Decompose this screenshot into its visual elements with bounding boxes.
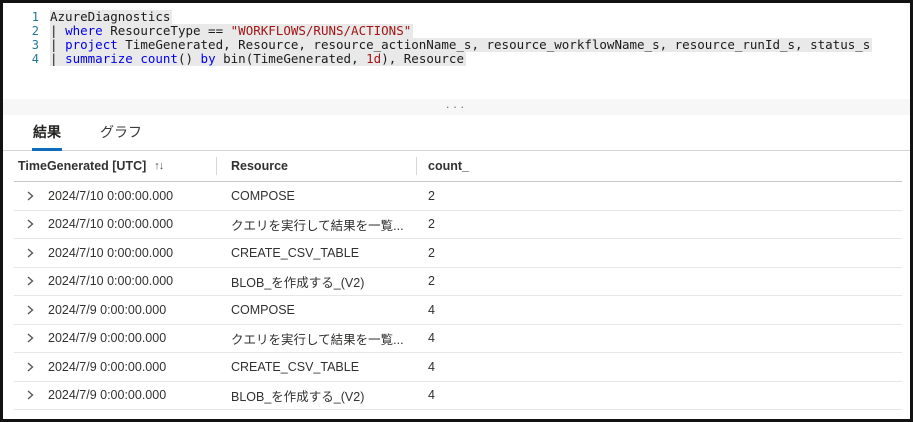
column-header-resource[interactable]: Resource xyxy=(231,151,288,181)
column-separator xyxy=(416,157,417,175)
code-token: summarize xyxy=(65,51,133,66)
column-header-timegenerated[interactable]: TimeGenerated [UTC] ↑↓ xyxy=(18,151,164,181)
table-row[interactable]: 2024/7/10 0:00:00.000 CREATE_CSV_TABLE 2 xyxy=(3,239,910,268)
code-line-text[interactable]: | where ResourceType == "WORKFLOWS/RUNS/… xyxy=(50,23,414,38)
code-token: AzureDiagnostics xyxy=(50,9,171,24)
row-expand-chevron-icon[interactable] xyxy=(25,382,35,410)
row-expand-chevron-icon[interactable] xyxy=(25,239,35,267)
results-tab-bar: 結果 グラフ xyxy=(3,121,910,151)
column-header-label: Resource xyxy=(231,159,288,173)
cell-resource: BLOB_を作成する_(V2) xyxy=(231,275,365,290)
code-token: by xyxy=(200,51,216,66)
cell-timegenerated: 2024/7/9 0:00:00.000 xyxy=(48,388,167,403)
row-expand-chevron-icon[interactable] xyxy=(25,325,35,353)
column-header-label: TimeGenerated [UTC] xyxy=(18,159,147,173)
line-number: 3 xyxy=(31,38,39,52)
code-token: TimeGenerated, Resource, resource_action… xyxy=(117,37,871,52)
cell-count: 4 xyxy=(428,359,435,374)
code-token: | xyxy=(50,51,66,66)
code-line[interactable]: 3 | project TimeGenerated, Resource, res… xyxy=(3,38,910,52)
code-line-text[interactable]: AzureDiagnostics xyxy=(50,9,173,24)
code-line-text[interactable]: | summarize count() by bin(TimeGenerated… xyxy=(50,52,466,66)
cell-count: 4 xyxy=(428,388,435,403)
cell-resource: CREATE_CSV_TABLE xyxy=(231,359,360,374)
cell-timegenerated: 2024/7/9 0:00:00.000 xyxy=(48,359,167,374)
log-analytics-query-window: 1 AzureDiagnostics 2 | where ResourceTyp… xyxy=(0,0,913,422)
cell-count: 2 xyxy=(428,188,435,203)
cell-resource: COMPOSE xyxy=(231,188,295,203)
cell-count: 4 xyxy=(428,302,435,317)
tab-label: 結果 xyxy=(33,124,61,140)
table-row[interactable]: 2024/7/9 0:00:00.000 CREATE_CSV_TABLE 4 xyxy=(3,353,910,382)
table-row[interactable]: 2024/7/10 0:00:00.000 COMPOSE 2 xyxy=(3,182,910,211)
table-row[interactable]: 2024/7/10 0:00:00.000 クエリを実行して結果を一覧... 2 xyxy=(3,211,910,240)
table-row[interactable]: 2024/7/9 0:00:00.000 BLOB_を作成する_(V2) 4 xyxy=(3,382,910,411)
code-token: "WORKFLOWS/RUNS/ACTIONS" xyxy=(230,23,412,38)
cell-timegenerated: 2024/7/10 0:00:00.000 xyxy=(48,245,174,260)
cell-resource: クエリを実行して結果を一覧... xyxy=(231,332,404,347)
sort-arrows-icon[interactable]: ↑↓ xyxy=(154,160,164,172)
table-row[interactable]: 2024/7/9 0:00:00.000 クエリを実行して結果を一覧... 4 xyxy=(3,325,910,354)
tab-chart[interactable]: グラフ xyxy=(99,118,143,150)
cell-resource: クエリを実行して結果を一覧... xyxy=(231,218,404,233)
query-editor[interactable]: 1 AzureDiagnostics 2 | where ResourceTyp… xyxy=(3,3,910,66)
code-token: | xyxy=(50,23,66,38)
row-expand-chevron-icon[interactable] xyxy=(25,182,35,210)
code-token: project xyxy=(65,37,118,52)
code-token: | xyxy=(50,37,66,52)
row-expand-chevron-icon[interactable] xyxy=(25,211,35,239)
code-token: ), Resource xyxy=(381,51,464,66)
code-token: ResourceType == xyxy=(102,23,231,38)
code-token: count xyxy=(140,51,178,66)
cell-resource: CREATE_CSV_TABLE xyxy=(231,245,360,260)
code-line[interactable]: 2 | where ResourceType == "WORKFLOWS/RUN… xyxy=(3,24,910,38)
code-token: () xyxy=(177,51,201,66)
results-grid-header: TimeGenerated [UTC] ↑↓ Resource count_ xyxy=(14,151,902,182)
table-row[interactable]: 2024/7/10 0:00:00.000 BLOB_を作成する_(V2) 2 xyxy=(3,268,910,297)
cell-timegenerated: 2024/7/10 0:00:00.000 xyxy=(48,274,174,289)
column-header-label: count_ xyxy=(428,159,469,173)
cell-timegenerated: 2024/7/10 0:00:00.000 xyxy=(48,188,174,203)
cell-timegenerated: 2024/7/9 0:00:00.000 xyxy=(48,331,167,346)
cell-timegenerated: 2024/7/10 0:00:00.000 xyxy=(48,217,174,232)
cell-count: 4 xyxy=(428,331,435,346)
column-separator xyxy=(216,157,217,175)
splitter-grip-icon[interactable]: ··· xyxy=(446,100,468,113)
cell-timegenerated: 2024/7/9 0:00:00.000 xyxy=(48,302,167,317)
results-grid-body: 2024/7/10 0:00:00.000 COMPOSE 2 2024/7/1… xyxy=(3,182,910,410)
code-line[interactable]: 1 AzureDiagnostics xyxy=(3,10,910,24)
line-number: 1 xyxy=(31,10,39,24)
code-line-text[interactable]: | project TimeGenerated, Resource, resou… xyxy=(50,37,873,52)
cell-count: 2 xyxy=(428,217,435,232)
pane-splitter[interactable]: ··· xyxy=(3,99,910,115)
line-number: 2 xyxy=(31,24,39,38)
code-token: where xyxy=(65,23,103,38)
cell-resource: COMPOSE xyxy=(231,302,295,317)
code-token: 1d xyxy=(366,51,382,66)
line-number: 4 xyxy=(31,52,39,66)
row-expand-chevron-icon[interactable] xyxy=(25,353,35,381)
code-line[interactable]: 4 | summarize count() by bin(TimeGenerat… xyxy=(3,52,910,66)
cell-resource: BLOB_を作成する_(V2) xyxy=(231,389,365,404)
column-header-count[interactable]: count_ xyxy=(428,151,469,181)
table-row[interactable]: 2024/7/9 0:00:00.000 COMPOSE 4 xyxy=(3,296,910,325)
tab-label: グラフ xyxy=(100,124,142,140)
row-expand-chevron-icon[interactable] xyxy=(25,296,35,324)
row-expand-chevron-icon[interactable] xyxy=(25,268,35,296)
cell-count: 2 xyxy=(428,245,435,260)
cell-count: 2 xyxy=(428,274,435,289)
tab-results[interactable]: 結果 xyxy=(32,118,62,151)
code-token: bin(TimeGenerated, xyxy=(215,51,367,66)
